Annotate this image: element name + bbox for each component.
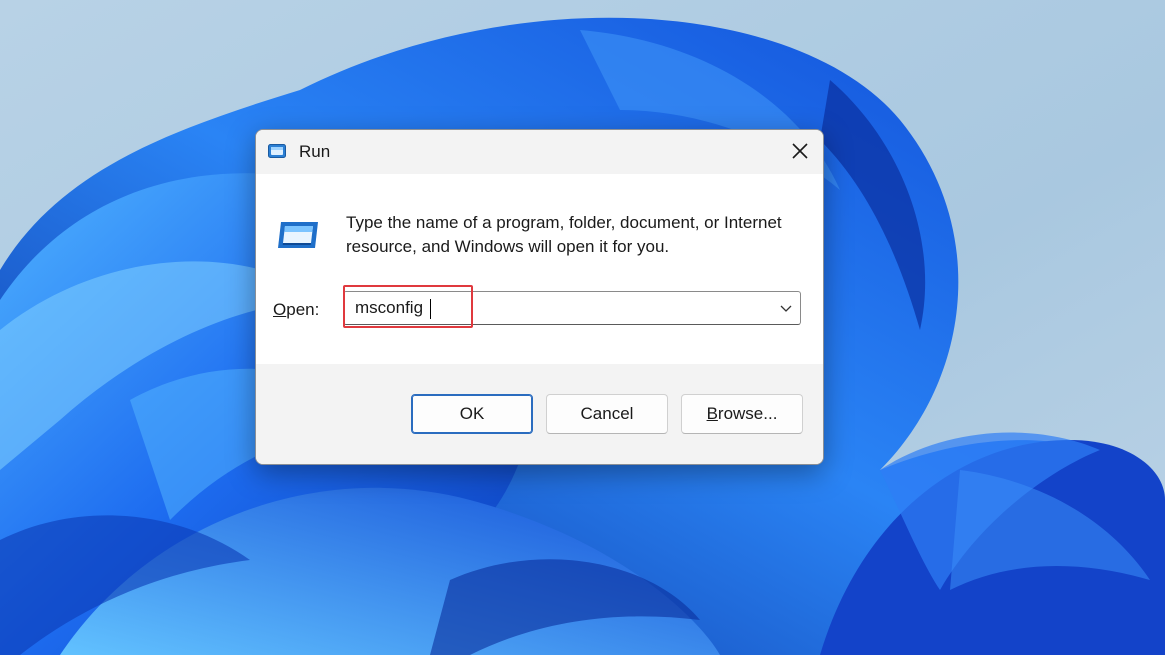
- run-app-icon: [268, 144, 286, 158]
- open-label-text: pen:: [286, 300, 320, 319]
- run-dialog: Run Type the name of a program, folder, …: [255, 129, 824, 465]
- run-app-icon: [278, 222, 318, 248]
- chevron-down-icon[interactable]: [780, 303, 792, 313]
- close-icon: [792, 143, 808, 159]
- browse-accelerator: B: [706, 404, 718, 423]
- dialog-body: Type the name of a program, folder, docu…: [256, 174, 823, 364]
- browse-label: rowse...: [717, 404, 778, 423]
- open-label-accelerator: O: [273, 300, 287, 319]
- open-label: Open:: [273, 300, 319, 320]
- dialog-footer: OK Cancel Browse...: [256, 364, 823, 464]
- text-caret: [430, 299, 431, 319]
- ok-button[interactable]: OK: [411, 394, 533, 434]
- dialog-title: Run: [299, 142, 331, 161]
- close-button[interactable]: [777, 130, 823, 174]
- open-combobox[interactable]: [343, 291, 801, 325]
- dialog-description: Type the name of a program, folder, docu…: [346, 213, 782, 256]
- browse-button[interactable]: Browse...: [681, 394, 803, 434]
- open-input[interactable]: [344, 292, 764, 324]
- cancel-button[interactable]: Cancel: [546, 394, 668, 434]
- title-bar[interactable]: Run: [256, 130, 823, 174]
